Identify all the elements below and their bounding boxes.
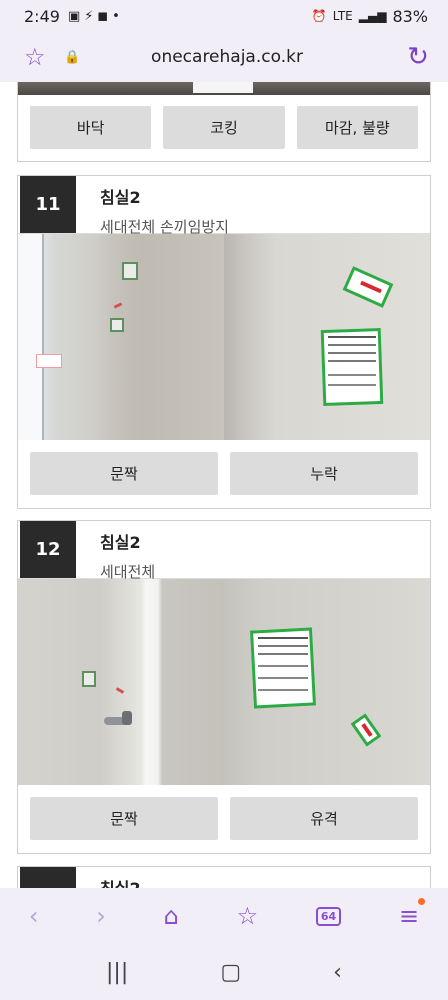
system-nav-bar: ||| ▢ ‹ xyxy=(0,944,448,1000)
notification-icons: ▣ ⚡ ◼ • xyxy=(68,9,120,24)
category-button[interactable]: 누락 xyxy=(230,452,418,495)
category-button[interactable]: 코킹 xyxy=(163,106,285,149)
inspection-photo[interactable] xyxy=(224,579,430,785)
inspection-photo[interactable] xyxy=(224,234,430,440)
status-time: 2:49 xyxy=(24,6,60,26)
address-bar: ☆ 🔒 onecarehaja.co.kr ↻ xyxy=(0,32,448,82)
item-number: 11 xyxy=(20,176,76,233)
room-name: 침실2 xyxy=(100,533,141,552)
photo-strip xyxy=(18,82,430,95)
room-name: 침실2 xyxy=(100,188,141,207)
list-card: 12 침실2 세대전체 문짝 유격 xyxy=(17,520,431,854)
category-button[interactable]: 마감, 불량 xyxy=(296,106,418,149)
forward-arrow-icon[interactable]: › xyxy=(96,902,106,930)
category-button[interactable]: 문짝 xyxy=(30,452,218,495)
browser-nav-bar: ‹ › ⌂ ☆ 64 ≡ xyxy=(0,888,448,944)
list-card: 바닥 코킹 마감, 불량 xyxy=(17,82,431,162)
note-icon: ◼ xyxy=(97,8,109,24)
status-right: ⏰ LTE ▂▄▆ 83% xyxy=(312,7,428,26)
list-card: 침실2 xyxy=(17,866,431,888)
recent-apps-icon[interactable]: ||| xyxy=(106,960,128,985)
inspection-photo[interactable] xyxy=(18,579,224,785)
card-header: 침실2 xyxy=(18,867,430,888)
category-button[interactable]: 유격 xyxy=(230,797,418,840)
button-row: 문짝 유격 xyxy=(18,785,430,852)
button-row: 바닥 코킹 마감, 불량 xyxy=(18,95,430,161)
page-content[interactable]: 바닥 코킹 마감, 불량 11 침실2 세대전체 손끼임방지 문짝 누락 12 … xyxy=(0,82,448,888)
item-number: 12 xyxy=(20,521,76,578)
bookmarks-star-icon[interactable]: ☆ xyxy=(237,902,259,930)
bookmark-star-icon[interactable]: ☆ xyxy=(24,43,56,71)
list-card: 11 침실2 세대전체 손끼임방지 문짝 누락 xyxy=(17,175,431,509)
reload-icon[interactable]: ↻ xyxy=(402,42,434,72)
category-button[interactable]: 바닥 xyxy=(30,106,152,149)
more-dot-icon: • xyxy=(112,8,120,24)
menu-icon[interactable]: ≡ xyxy=(399,898,426,930)
home-icon[interactable]: ⌂ xyxy=(164,902,179,930)
photo-row xyxy=(18,234,430,440)
network-type: LTE xyxy=(332,9,353,23)
item-number xyxy=(20,867,76,888)
status-bar: 2:49 ▣ ⚡ ◼ • ⏰ LTE ▂▄▆ 83% xyxy=(0,0,448,32)
signal-icon: ▂▄▆ xyxy=(358,9,387,23)
url-field[interactable]: onecarehaja.co.kr xyxy=(88,47,366,67)
back-arrow-icon[interactable]: ‹ xyxy=(29,902,39,930)
battery-level: 83% xyxy=(392,6,428,26)
photo-row xyxy=(18,579,430,785)
category-button[interactable]: 문짝 xyxy=(30,797,218,840)
system-back-icon[interactable]: ‹ xyxy=(333,960,342,985)
tabs-count-button[interactable]: 64 xyxy=(315,906,342,926)
alarm-icon: ⏰ xyxy=(311,9,327,23)
lock-icon[interactable]: 🔒 xyxy=(64,50,88,65)
button-row: 문짝 누락 xyxy=(18,440,430,507)
room-name: 침실2 xyxy=(100,875,141,888)
notification-dot xyxy=(418,898,426,905)
gallery-icon: ▣ xyxy=(67,8,81,24)
home-button-icon[interactable]: ▢ xyxy=(220,960,241,985)
card-header: 11 침실2 세대전체 손끼임방지 xyxy=(18,176,430,236)
card-header: 12 침실2 세대전체 xyxy=(18,521,430,581)
bolt-icon: ⚡ xyxy=(84,8,94,24)
inspection-photo[interactable] xyxy=(18,234,224,440)
